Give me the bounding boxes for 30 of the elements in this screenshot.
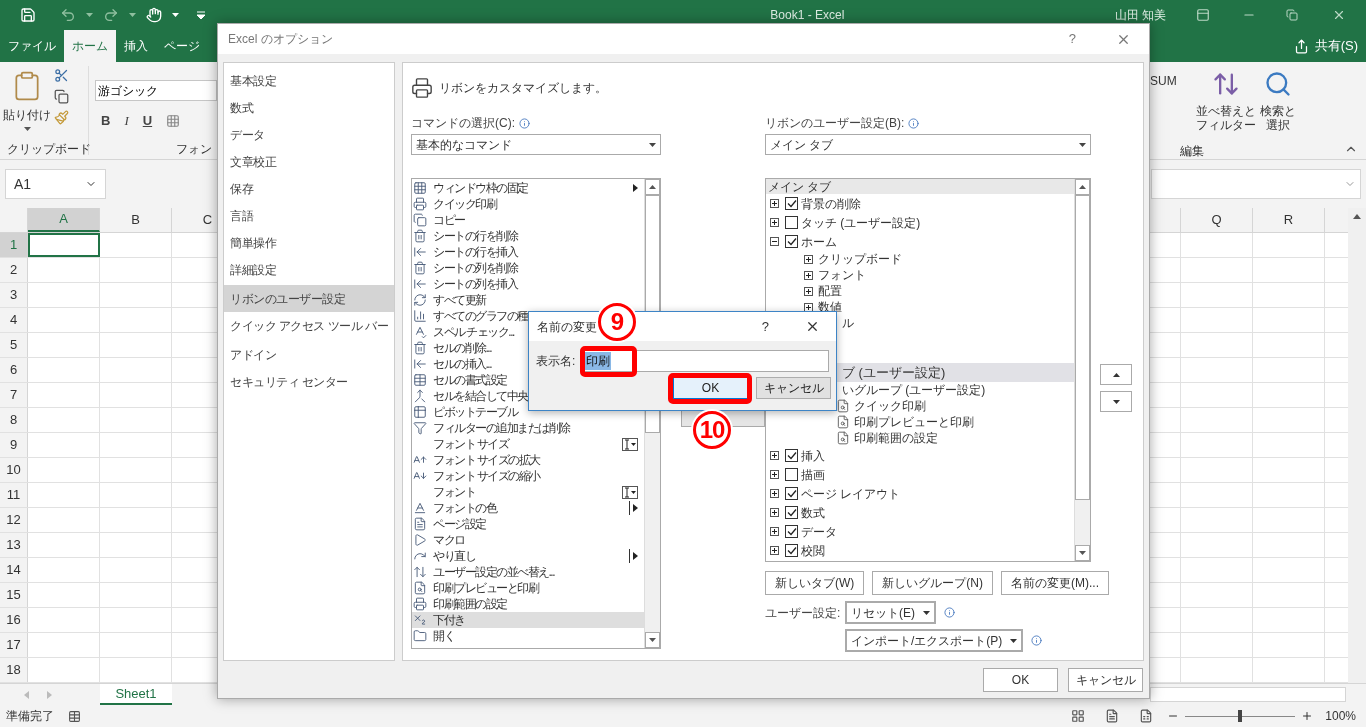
tree-item-label: タッチ (ユーザー設定)	[801, 214, 921, 232]
tree-item-label: 数式	[801, 504, 825, 522]
field-label: コマンドの選択(C):	[411, 115, 515, 132]
tree-item-label: 背景の削除	[801, 195, 861, 213]
tree-item-label: クイック印刷	[854, 398, 926, 415]
tree-item-label: 描画	[801, 466, 825, 484]
tree-item-label: 印刷範囲の設定	[854, 430, 938, 447]
tree-item-label: ホーム	[801, 233, 837, 251]
tree-item-label: 印刷プレビューと印刷	[854, 414, 974, 431]
tree-item-label: データ	[801, 523, 837, 541]
tree-item-label: 挿入	[801, 447, 825, 465]
tree-item-label: 配置	[818, 283, 842, 300]
group-label: フォン	[176, 141, 212, 158]
group-label: 編集	[1180, 143, 1204, 160]
tree-header: メイン タブ	[766, 179, 1074, 194]
step-number-badge: 10	[693, 411, 731, 449]
dialog-title: 名前の変更	[537, 318, 597, 336]
field-label: リボンのユーザー設定(B):	[765, 115, 905, 132]
field-label: 表示名:	[536, 353, 576, 370]
group-label: クリップボード	[7, 141, 91, 158]
dialog-title: Excel のオプション	[228, 31, 334, 48]
tree-item-label: ページ レイアウト	[801, 485, 901, 503]
section-heading: リボンをカスタマイズします。	[439, 80, 607, 97]
tree-item-label: 校閲	[801, 542, 825, 560]
step-number-badge: 9	[598, 303, 636, 341]
tree-item-label: クリップボード	[818, 251, 902, 268]
user-name: 山田 知美	[1114, 7, 1166, 24]
tree-item-label: フォント	[818, 267, 866, 284]
status-text: 準備完了	[6, 708, 54, 725]
window-title: Book1 - Excel	[769, 7, 846, 24]
